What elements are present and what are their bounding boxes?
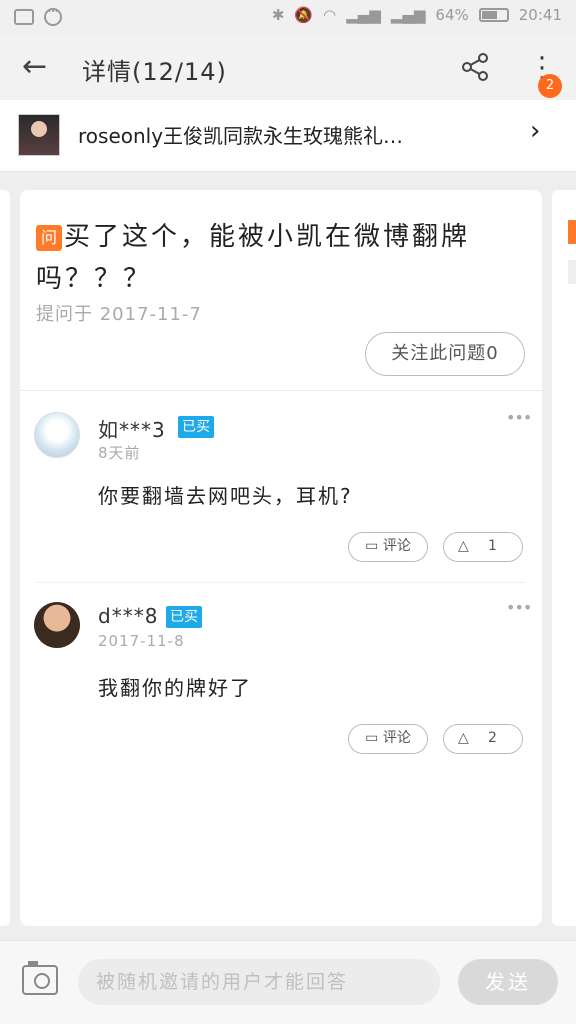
upvote-icon: △ <box>458 538 469 554</box>
like-button[interactable]: △ 2 <box>443 724 523 754</box>
text-placeholder-peek <box>568 260 576 284</box>
share-icon[interactable] <box>460 52 490 82</box>
signal-icon: ▂▄▆ <box>346 6 381 24</box>
battery-fill <box>481 11 497 19</box>
avatar[interactable] <box>34 602 80 648</box>
prev-card-peek[interactable] <box>0 190 10 926</box>
comment-label: 评论 <box>382 538 411 554</box>
mute-icon: 🔕 <box>294 6 314 24</box>
question-date: 提问于 2017-11-7 <box>36 304 202 325</box>
answer-input[interactable]: 被随机邀请的用户才能回答 <box>78 959 440 1005</box>
like-button[interactable]: △ 1 <box>443 532 523 562</box>
like-count: 1 <box>488 538 497 554</box>
answer-item: d***8 已买 2017-11-8 ••• 我翻你的牌好了 ▭ 评论 △ 2 <box>20 582 542 772</box>
bluetooth-icon: ✱ <box>271 6 285 24</box>
battery-icon <box>478 8 509 22</box>
status-bar: ✱ 🔕 ◠ ▂▄▆ ▂▄▆ 64% 20:41 <box>0 0 576 34</box>
answer-time: 8天前 <box>98 444 141 462</box>
more-horizontal-icon[interactable]: ••• <box>506 408 532 427</box>
signal-icon-2: ▂▄▆ <box>390 6 426 24</box>
answer-username: 如***3 <box>98 418 166 442</box>
clock: 20:41 <box>518 6 562 24</box>
image-icon <box>14 9 34 25</box>
answer-composer: 被随机邀请的用户才能回答 发送 <box>0 940 576 1024</box>
question-text: 买了这个，能被小凯在微博翻牌吗？？？ <box>36 222 471 294</box>
answer-time: 2017-11-8 <box>98 632 185 650</box>
back-arrow-icon[interactable]: ← <box>22 52 47 82</box>
question-title: 问买了这个，能被小凯在微博翻牌吗？？？ <box>36 216 516 300</box>
like-count: 2 <box>488 730 497 746</box>
battery-percent: 64% <box>435 6 469 24</box>
comment-button[interactable]: ▭ 评论 <box>348 532 428 562</box>
upvote-icon: △ <box>458 730 469 746</box>
notification-badge: 2 <box>538 74 562 98</box>
next-card-peek[interactable] <box>552 190 576 926</box>
circle-dots-icon <box>44 7 62 26</box>
page-title: 详情(12/14) <box>82 58 227 86</box>
answer-item: 如***3 已买 8天前 ••• 你要翻墙去网吧头，耳机? ▭ 评论 △ 1 <box>20 390 542 580</box>
avatar[interactable] <box>34 412 80 458</box>
camera-icon[interactable] <box>22 961 58 995</box>
comment-button[interactable]: ▭ 评论 <box>348 724 428 754</box>
more-horizontal-icon[interactable]: ••• <box>506 598 532 617</box>
comment-icon: ▭ <box>365 730 383 746</box>
send-button[interactable]: 发送 <box>458 959 558 1005</box>
comment-label: 评论 <box>382 730 411 746</box>
product-thumbnail <box>18 114 60 156</box>
question-tag-peek <box>568 220 576 244</box>
question-tag: 问 <box>36 225 62 251</box>
answer-username: d***8 <box>98 604 159 628</box>
chevron-right-icon[interactable]: › <box>530 116 540 146</box>
answer-text: 你要翻墙去网吧头，耳机? <box>98 484 353 508</box>
comment-icon: ▭ <box>365 538 383 554</box>
product-bar[interactable]: roseonly王俊凯同款永生玫瑰熊礼… › <box>0 100 576 172</box>
wifi-icon: ◠ <box>323 6 337 24</box>
bought-badge: 已买 <box>166 606 202 628</box>
app-header: ← 详情(12/14) ··· 2 <box>0 34 576 100</box>
bought-badge: 已买 <box>178 416 214 438</box>
follow-question-button[interactable]: 关注此问题0 <box>365 332 525 376</box>
question-card: 问买了这个，能被小凯在微博翻牌吗？？？ 提问于 2017-11-7 关注此问题0… <box>20 190 542 926</box>
answer-text: 我翻你的牌好了 <box>98 676 252 700</box>
product-name: roseonly王俊凯同款永生玫瑰熊礼… <box>78 124 404 148</box>
